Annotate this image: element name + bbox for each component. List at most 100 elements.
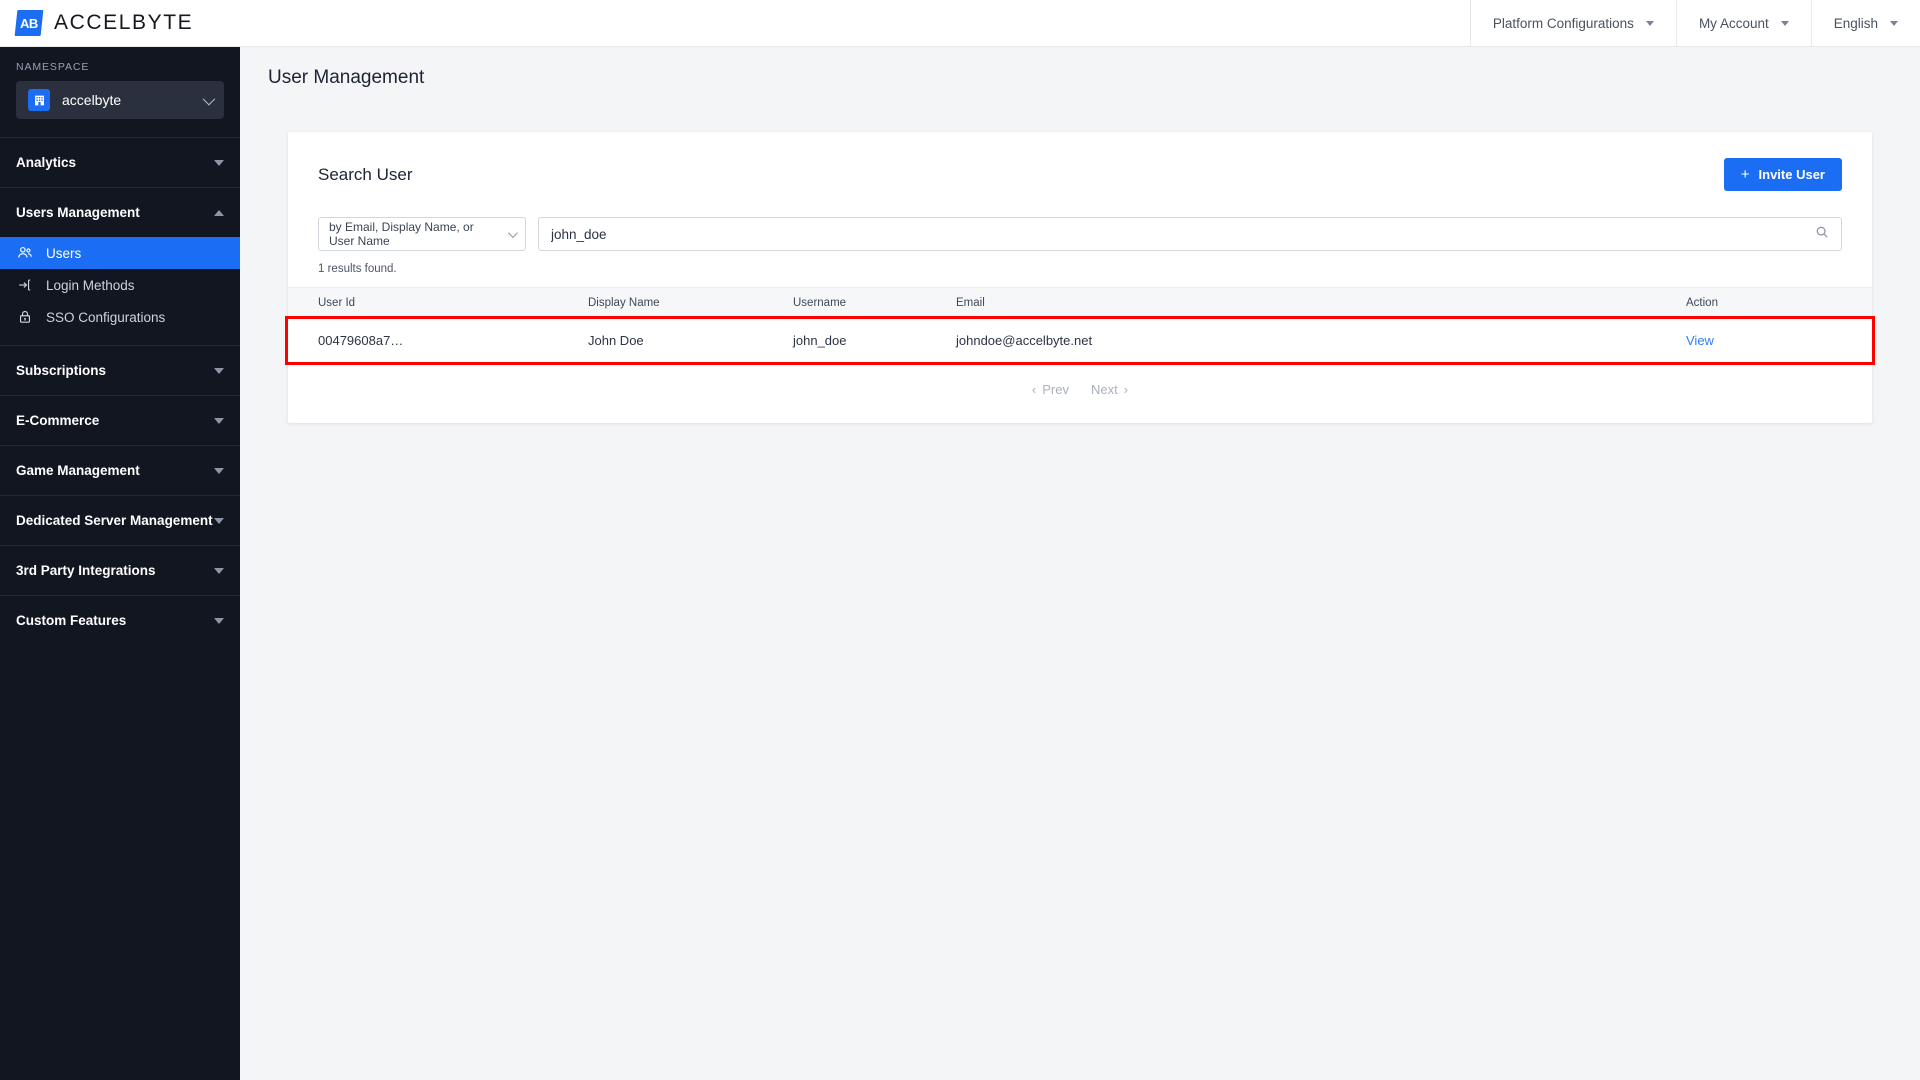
- chevron-down-icon: [214, 617, 224, 624]
- chevron-down-icon: [1780, 20, 1789, 26]
- chevron-down-icon: [214, 517, 224, 524]
- search-field-wrapper[interactable]: [538, 217, 1842, 251]
- nav-group-label: 3rd Party Integrations: [16, 563, 156, 578]
- nav-group-label: E-Commerce: [16, 413, 100, 428]
- sidebar-item-label: SSO Configurations: [46, 309, 166, 325]
- chevron-down-icon: [507, 227, 518, 238]
- search-filter-row: by Email, Display Name, or User Name: [288, 191, 1872, 251]
- nav-group-header-dedicated-server-management[interactable]: Dedicated Server Management: [0, 496, 240, 545]
- column-header-username: Username: [793, 297, 847, 309]
- chevron-down-icon: [214, 159, 224, 166]
- table-header-row: User Id Display Name Username Email Acti…: [288, 287, 1872, 319]
- users-table-header: User Id Display Name Username Email Acti…: [288, 287, 1872, 319]
- nav-group-label: Analytics: [16, 155, 77, 170]
- card-title: Search User: [318, 164, 413, 184]
- nav-group-analytics: Analytics: [0, 137, 240, 187]
- chevron-right-icon: ›: [1123, 382, 1129, 397]
- nav-group-dedicated-server-management: Dedicated Server Management: [0, 495, 240, 545]
- users-icon: [16, 244, 34, 262]
- cell-display-name: John Doe: [588, 318, 793, 362]
- view-link[interactable]: View: [1686, 333, 1714, 348]
- pagination: ‹ Prev Next ›: [288, 362, 1872, 423]
- page-content: User Management Search User + Invite Use…: [240, 47, 1920, 1080]
- nav-group-header-custom-features[interactable]: Custom Features: [0, 596, 240, 645]
- lock-icon: [16, 308, 34, 326]
- nav-group-label: Game Management: [16, 463, 140, 478]
- nav-group-3rd-party-integrations: 3rd Party Integrations: [0, 545, 240, 595]
- chevron-down-icon: [214, 467, 224, 474]
- prev-page-label: Prev: [1042, 382, 1069, 397]
- nav-group-header-users-management[interactable]: Users Management: [0, 188, 240, 237]
- card-header: Search User + Invite User: [288, 132, 1872, 191]
- chevron-down-icon: [214, 567, 224, 574]
- brand-logo[interactable]: AB ACCELBYTE: [0, 0, 240, 46]
- topbar-menu: Platform Configurations My Account Engli…: [1469, 0, 1920, 46]
- sidebar: NAMESPACE accelbyte Analytics Users Mana…: [0, 47, 240, 1080]
- namespace-label: NAMESPACE: [16, 61, 90, 73]
- topbar-item-label: My Account: [1698, 15, 1769, 31]
- search-icon[interactable]: [1815, 225, 1829, 244]
- namespace-value: accelbyte: [62, 92, 122, 108]
- nav-group-custom-features: Custom Features: [0, 595, 240, 645]
- sidebar-item-label: Login Methods: [46, 277, 135, 293]
- search-input[interactable]: [551, 226, 1815, 242]
- nav-group-label: Users Management: [16, 205, 140, 220]
- nav-group-users-management: Users Management Users Login Methods SSO…: [0, 187, 240, 345]
- nav-group-game-management: Game Management: [0, 445, 240, 495]
- building-icon: [28, 89, 50, 111]
- nav-sub-list: Users Login Methods SSO Configurations: [0, 237, 240, 345]
- plus-icon: +: [1740, 166, 1750, 183]
- chevron-left-icon: ‹: [1031, 382, 1037, 397]
- nav-group-label: Subscriptions: [16, 363, 107, 378]
- nav-group-header-analytics[interactable]: Analytics: [0, 138, 240, 187]
- sidebar-item-users[interactable]: Users: [0, 237, 240, 269]
- users-table: User Id Display Name Username Email Acti…: [285, 287, 1875, 365]
- invite-user-button-label: Invite User: [1758, 167, 1825, 182]
- chevron-down-icon: [214, 367, 224, 374]
- prev-page-button[interactable]: ‹ Prev: [1032, 382, 1069, 397]
- nav-group-e-commerce: E-Commerce: [0, 395, 240, 445]
- login-arrow-icon: [16, 276, 34, 294]
- next-page-button[interactable]: Next ›: [1091, 382, 1128, 397]
- nav-group-header-subscriptions[interactable]: Subscriptions: [0, 346, 240, 395]
- cell-email: johndoe@accelbyte.net: [956, 318, 1686, 362]
- cell-user-id: 00479608a7…: [288, 318, 588, 362]
- column-header-action: Action: [1686, 297, 1718, 309]
- topbar-item-label: English: [1833, 15, 1878, 31]
- sidebar-item-sso-configurations[interactable]: SSO Configurations: [0, 301, 240, 333]
- search-criteria-value: by Email, Display Name, or User Name: [329, 220, 474, 248]
- accelbyte-logo-icon: AB: [14, 10, 44, 36]
- chevron-down-icon: [202, 92, 216, 105]
- chevron-down-icon: [1645, 20, 1654, 26]
- nav-group-header-3rd-party-integrations[interactable]: 3rd Party Integrations: [0, 546, 240, 595]
- nav-group-label: Custom Features: [16, 613, 127, 628]
- users-table-body: 00479608a7… John Doe john_doe johndoe@ac…: [285, 315, 1875, 365]
- chevron-up-icon: [214, 209, 224, 216]
- results-count-text: 1 results found.: [318, 263, 397, 275]
- namespace-selector[interactable]: accelbyte: [16, 81, 224, 119]
- top-bar: AB ACCELBYTE Platform Configurations My …: [0, 0, 1920, 47]
- sidebar-item-login-methods[interactable]: Login Methods: [0, 269, 240, 301]
- column-header-user-id: User Id: [318, 297, 356, 309]
- sidebar-item-label: Users: [46, 245, 82, 261]
- namespace-section: NAMESPACE accelbyte: [0, 47, 240, 123]
- table-row[interactable]: 00479608a7… John Doe john_doe johndoe@ac…: [285, 315, 1875, 365]
- nav-group-header-game-management[interactable]: Game Management: [0, 446, 240, 495]
- brand-name: ACCELBYTE: [54, 11, 194, 34]
- cell-username: john_doe: [793, 318, 956, 362]
- topbar-item-platform-configurations[interactable]: Platform Configurations: [1469, 0, 1676, 46]
- column-header-email: Email: [956, 297, 985, 309]
- nav-group-header-e-commerce[interactable]: E-Commerce: [0, 396, 240, 445]
- invite-user-button[interactable]: + Invite User: [1723, 158, 1842, 191]
- topbar-item-label: Platform Configurations: [1492, 15, 1634, 31]
- search-user-card: Search User + Invite User by Email, Disp…: [285, 132, 1875, 423]
- nav-group-subscriptions: Subscriptions: [0, 345, 240, 395]
- nav-group-label: Dedicated Server Management: [16, 513, 213, 528]
- brand-mark-text: AB: [20, 15, 38, 31]
- next-page-label: Next: [1091, 382, 1118, 397]
- topbar-item-my-account[interactable]: My Account: [1675, 0, 1811, 46]
- search-criteria-select[interactable]: by Email, Display Name, or User Name: [318, 217, 526, 251]
- topbar-item-language[interactable]: English: [1810, 0, 1920, 46]
- cell-action: View: [1686, 318, 1872, 362]
